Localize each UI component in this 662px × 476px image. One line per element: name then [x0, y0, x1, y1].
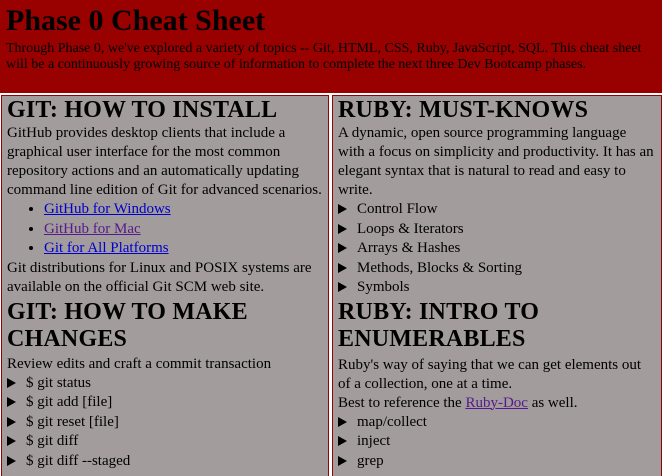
page-title: Phase 0 Cheat Sheet: [6, 4, 266, 37]
ruby-enum-heading: RUBY: INTRO TO ENUMERABLES: [338, 298, 540, 352]
disclosure-triangle-icon: [338, 243, 347, 253]
item-label: $ git add [file]: [26, 394, 113, 410]
reference-suffix: as well.: [527, 394, 578, 411]
item-label: $ git diff: [26, 433, 79, 449]
disclosure-triangle-icon: [7, 377, 16, 388]
item-label: $ git reset [file]: [26, 413, 119, 430]
disclosure-item[interactable]: inject: [338, 432, 656, 452]
reference-prefix: Best to reference the: [338, 394, 466, 411]
item-label: $ git diff --staged: [26, 452, 131, 469]
ruby-enum-reference: Best to reference the Ruby-Doc as well.: [338, 394, 656, 413]
disclosure-item[interactable]: Control Flow: [338, 200, 656, 220]
disclosure-item[interactable]: Methods, Blocks & Sorting: [338, 259, 656, 279]
right-column: RUBY: MUST-KNOWS A dynamic, open source …: [332, 95, 662, 476]
ruby-enum-list: map/collect inject grep: [338, 413, 656, 472]
disclosure-triangle-icon: [7, 416, 16, 427]
list-item: GitHub for Windows: [44, 200, 323, 220]
disclosure-triangle-icon: [7, 436, 16, 446]
disclosure-triangle-icon: [338, 262, 347, 273]
ruby-enum-description: Ruby's way of saying that we can get ele…: [338, 356, 642, 392]
git-install-links: GitHub for Windows GitHub for Mac Git fo…: [7, 200, 323, 259]
item-label: Methods, Blocks & Sorting: [357, 259, 523, 276]
item-label: Loops & Iterators: [357, 220, 464, 237]
disclosure-item[interactable]: grep: [338, 452, 656, 472]
item-label: $ git status: [26, 374, 92, 391]
disclosure-item[interactable]: $ git reset [file]: [7, 413, 323, 433]
disclosure-triangle-icon: [7, 397, 16, 407]
git-install-description: GitHub provides desktop clients that inc…: [7, 125, 322, 198]
disclosure-item[interactable]: $ git diff --staged: [7, 452, 323, 472]
ruby-doc-link[interactable]: Ruby-Doc: [465, 395, 528, 411]
disclosure-item[interactable]: $ git status: [7, 374, 323, 394]
page-header: Phase 0 Cheat Sheet Through Phase 0, we'…: [0, 0, 662, 93]
item-label: Arrays & Hashes: [357, 240, 461, 256]
disclosure-item[interactable]: Arrays & Hashes: [338, 239, 656, 259]
disclosure-item[interactable]: $ git add [file]: [7, 393, 323, 413]
page-intro: Through Phase 0, we've explored a variet…: [6, 41, 642, 72]
disclosure-item[interactable]: map/collect: [338, 413, 656, 433]
disclosure-triangle-icon: [338, 436, 347, 446]
content-columns: GIT: HOW TO INSTALL GitHub provides desk…: [0, 93, 662, 476]
item-label: Symbols: [357, 279, 410, 295]
list-item: Git for All Platforms: [44, 239, 323, 259]
disclosure-triangle-icon: [7, 455, 16, 466]
git-all-platforms-link[interactable]: Git for All Platforms: [44, 240, 169, 256]
ruby-must-heading: RUBY: MUST-KNOWS: [338, 97, 589, 123]
item-label: Control Flow: [357, 201, 438, 217]
disclosure-item[interactable]: Symbols: [338, 278, 656, 298]
github-windows-link[interactable]: GitHub for Windows: [44, 201, 171, 217]
github-mac-link[interactable]: GitHub for Mac: [44, 221, 141, 237]
git-changes-list: $ git status $ git add [file] $ git rese…: [7, 374, 323, 472]
disclosure-triangle-icon: [338, 204, 347, 214]
item-label: grep: [357, 452, 384, 469]
disclosure-triangle-icon: [338, 416, 347, 427]
git-changes-heading: GIT: HOW TO MAKE CHANGES: [7, 298, 248, 352]
item-label: map/collect: [357, 413, 427, 430]
git-changes-description: Review edits and craft a commit transact…: [7, 355, 272, 372]
git-install-heading: GIT: HOW TO INSTALL: [7, 97, 278, 123]
disclosure-item[interactable]: Loops & Iterators: [338, 220, 656, 240]
ruby-must-description: A dynamic, open source programming langu…: [338, 125, 654, 198]
disclosure-item[interactable]: $ git diff: [7, 432, 323, 452]
disclosure-triangle-icon: [338, 282, 347, 292]
ruby-must-list: Control Flow Loops & Iterators Arrays & …: [338, 200, 656, 298]
disclosure-triangle-icon: [338, 455, 347, 466]
disclosure-triangle-icon: [338, 223, 347, 234]
git-install-footer: Git distributions for Linux and POSIX sy…: [7, 259, 312, 295]
left-column: GIT: HOW TO INSTALL GitHub provides desk…: [1, 95, 329, 476]
item-label: inject: [357, 433, 391, 449]
list-item: GitHub for Mac: [44, 220, 323, 240]
